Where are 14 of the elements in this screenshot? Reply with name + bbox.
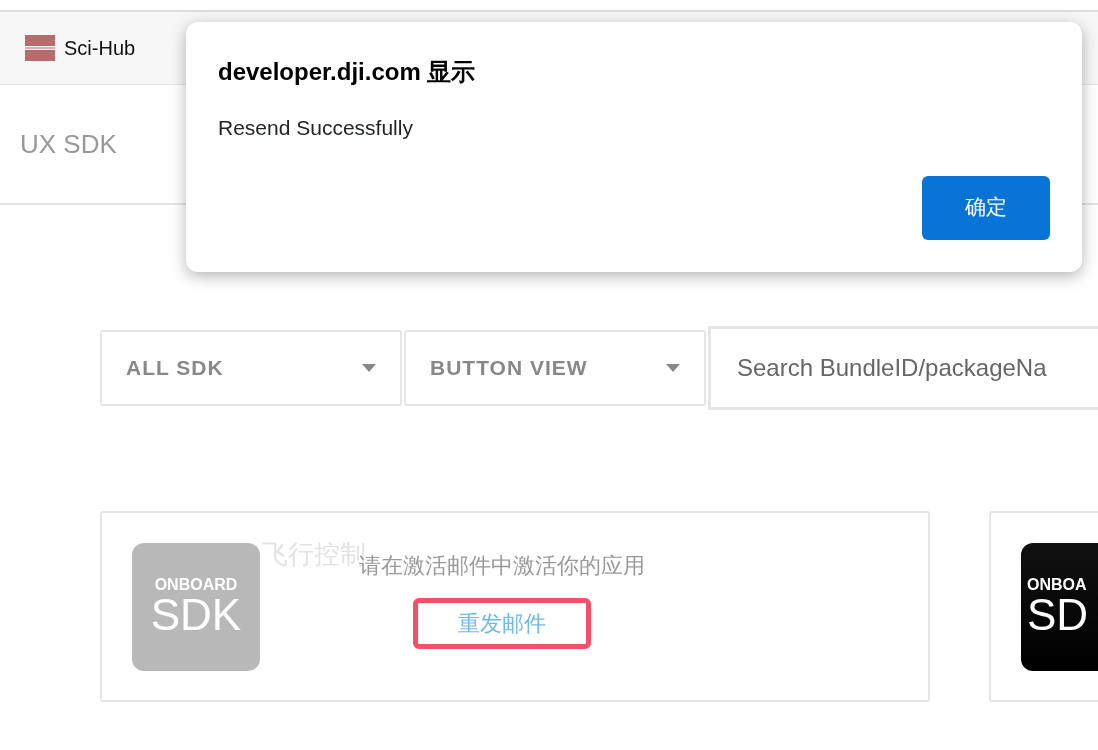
nav-link[interactable]: UX SDK	[20, 124, 117, 164]
search-field[interactable]: Search BundleID/packageNa	[708, 326, 1098, 410]
app-logo: ONBOARD SDK	[132, 543, 260, 671]
dialog-title: developer.dji.com 显示	[218, 57, 477, 87]
caret-icon	[666, 364, 680, 372]
ok-button[interactable]: 确定	[922, 176, 1050, 240]
bookmark-link[interactable]: Sci-Hub	[64, 33, 136, 63]
filter-dropdown[interactable]: ALL SDK	[100, 330, 402, 406]
app-logo: ONBOA SD	[1021, 543, 1098, 671]
bookmark-icon	[24, 32, 56, 64]
resend-email-link[interactable]: 重发邮件	[413, 598, 591, 649]
filter-dropdown[interactable]: BUTTON VIEW	[404, 330, 706, 406]
caret-icon	[362, 364, 376, 372]
dialog-message: Resend Successfully	[218, 115, 414, 141]
